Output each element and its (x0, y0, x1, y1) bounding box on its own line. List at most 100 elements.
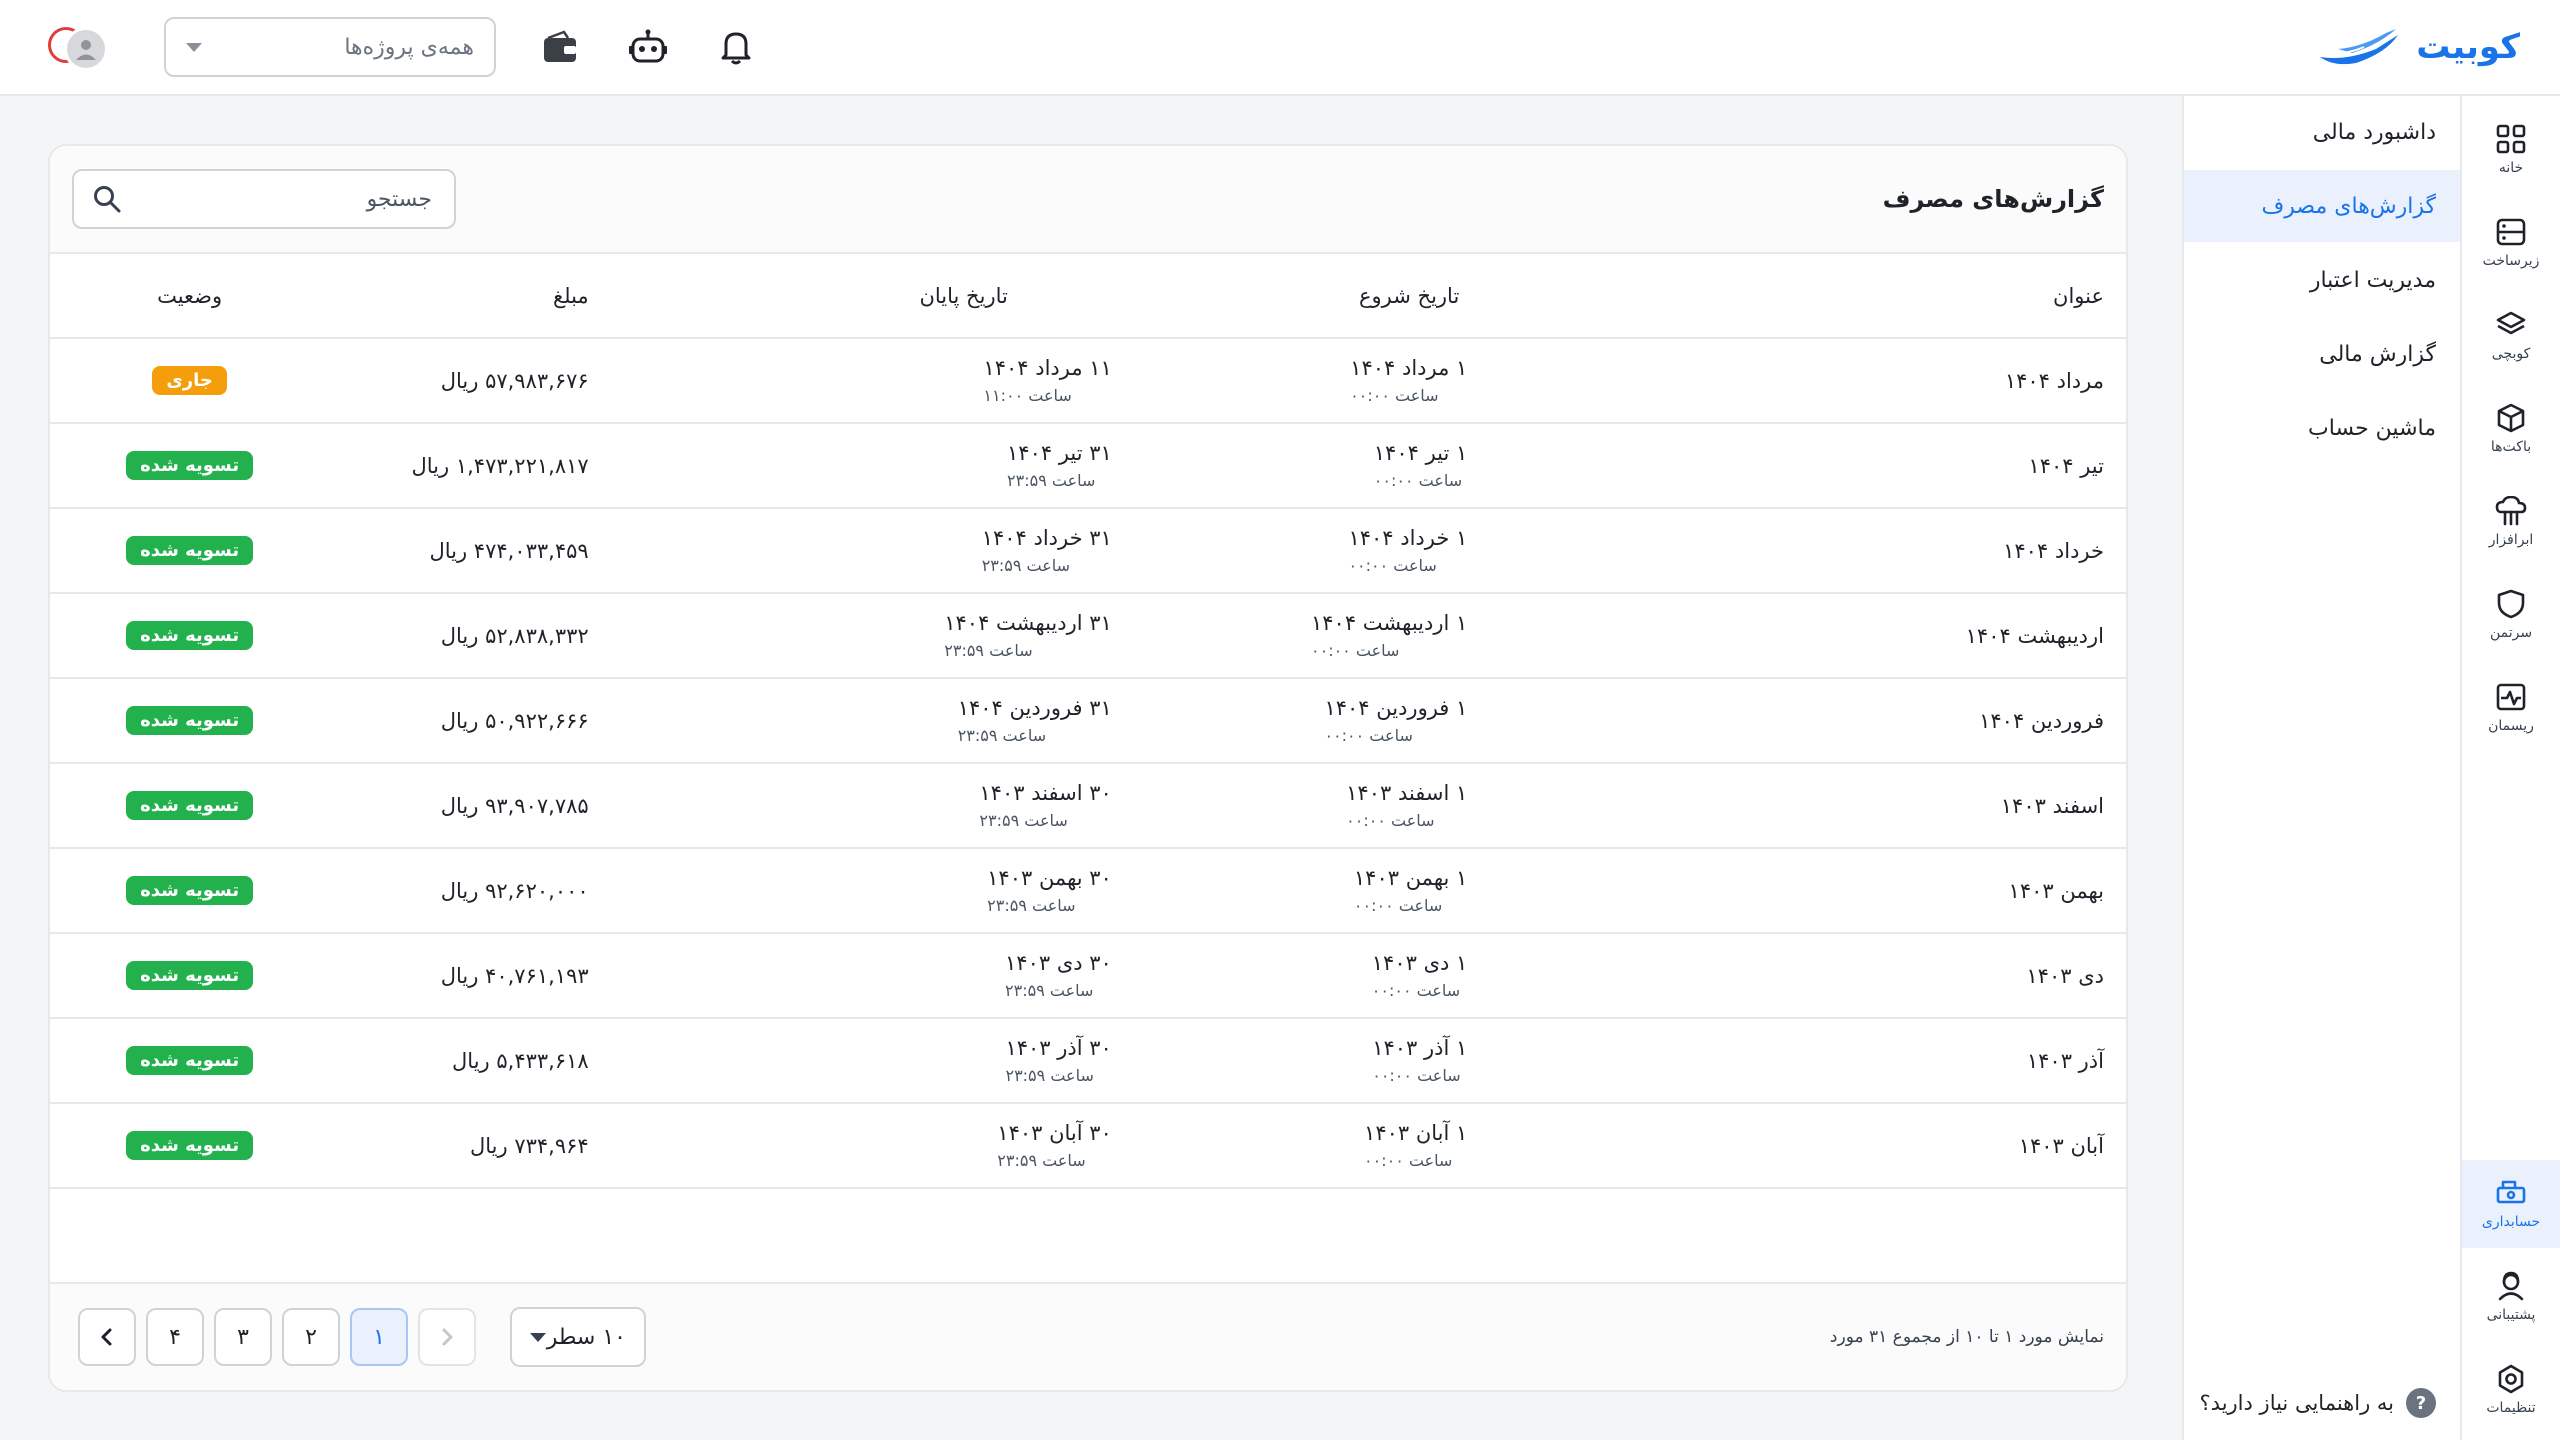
column-header-amount: مبلغ (329, 254, 749, 339)
cell-start-date: ۱ اردیبهشت ۱۴۰۴ ساعت ۰۰:۰۰ (1187, 593, 1708, 679)
subnav-item-financial-report[interactable]: گزارش مالی (2184, 318, 2460, 390)
search-input[interactable]: جستجو (72, 169, 456, 229)
cell-end-date: ۳۰ اسفند ۱۴۰۳ ساعت ۲۳:۵۹ (748, 763, 1188, 849)
start-date: ۱ دی ۱۴۰۳ (1371, 951, 1468, 975)
page-4-button[interactable]: ۴ (146, 1308, 204, 1366)
start-time: ساعت ۰۰:۰۰ (1324, 726, 1413, 745)
cell-end-date: ۳۱ تیر ۱۴۰۴ ساعت ۲۳:۵۹ (748, 423, 1188, 509)
rail-item-accounting[interactable]: حسابداری (2462, 1160, 2560, 1248)
table-row[interactable]: مرداد ۱۴۰۴ ۱ مرداد ۱۴۰۴ ساعت ۰۰:۰۰ ۱۱ مر… (50, 338, 2126, 424)
prev-page-button[interactable] (418, 1308, 476, 1366)
rows-per-page-select[interactable]: ۱۰ سطر (510, 1307, 646, 1367)
avatar[interactable] (64, 27, 108, 71)
end-date: ۳۱ خرداد ۱۴۰۴ (981, 526, 1112, 550)
cell-start-date: ۱ تیر ۱۴۰۴ ساعت ۰۰:۰۰ (1187, 423, 1708, 509)
usage-reports-table: عنوان تاریخ شروع تاریخ پایان مبلغ وضعیت … (50, 254, 2126, 1189)
rail-item-risman[interactable]: ریسمان (2462, 664, 2560, 752)
brand[interactable]: کوبیت (2316, 27, 2520, 67)
cell-amount: ۷۳۴,۹۶۴ ریال (329, 1103, 749, 1189)
user-avatar-group[interactable] (40, 25, 124, 71)
subnav-item-calculator[interactable]: ماشین حساب (2184, 392, 2460, 464)
start-date: ۱ آذر ۱۴۰۳ (1372, 1036, 1468, 1060)
table-row[interactable]: دی ۱۴۰۳ ۱ دی ۱۴۰۳ ساعت ۰۰:۰۰ ۳۰ دی ۱۴۰۳ … (50, 933, 2126, 1019)
settings-icon (2498, 1364, 2524, 1394)
rows-per-page-value: ۱۰ سطر (546, 1324, 626, 1350)
table-row[interactable]: اردیبهشت ۱۴۰۴ ۱ اردیبهشت ۱۴۰۴ ساعت ۰۰:۰۰… (50, 593, 2126, 679)
amount: ۴۷۴,۰۳۳,۴۵۹ ریال (429, 538, 589, 563)
end-date: ۳۱ اردیبهشت ۱۴۰۴ (944, 611, 1112, 635)
rail-item-support[interactable]: پشتیبانی (2462, 1253, 2560, 1341)
table-row[interactable]: فروردین ۱۴۰۴ ۱ فروردین ۱۴۰۴ ساعت ۰۰:۰۰ ۳… (50, 678, 2126, 764)
grid-icon (2496, 124, 2526, 154)
pulse-icon (2496, 683, 2526, 711)
cell-start-date: ۱ آبان ۱۴۰۳ ساعت ۰۰:۰۰ (1187, 1103, 1708, 1189)
rail-item-sertman[interactable]: سرتمن (2462, 571, 2560, 659)
notifications-button[interactable] (712, 23, 760, 71)
cell-amount: ۵۷,۹۸۳,۶۷۶ ریال (329, 338, 749, 424)
cell-status: تسویه شده (50, 1103, 330, 1189)
rail-item-infrastructure[interactable]: زیرساخت (2462, 199, 2560, 287)
rail-item-label: تنظیمات (2486, 1400, 2536, 1416)
table-row[interactable]: خرداد ۱۴۰۴ ۱ خرداد ۱۴۰۴ ساعت ۰۰:۰۰ ۳۱ خر… (50, 508, 2126, 594)
ai-assistant-button[interactable] (624, 23, 672, 71)
start-time: ساعت ۰۰:۰۰ (1348, 556, 1437, 575)
cell-status: تسویه شده (50, 678, 330, 764)
start-date: ۱ آبان ۱۴۰۳ (1364, 1121, 1468, 1145)
rail-item-settings[interactable]: تنظیمات (2462, 1346, 2560, 1434)
rail-item-buckets[interactable]: باکت‌ها (2462, 385, 2560, 473)
chevron-down-icon (530, 1332, 546, 1342)
row-title: مرداد ۱۴۰۴ (2004, 368, 2104, 393)
chevron-right-icon (442, 1328, 453, 1346)
rail-item-home[interactable]: خانه (2462, 106, 2560, 194)
project-select[interactable]: همه‌ی پروژه‌ها (164, 17, 496, 77)
top-bar: کوبیت همه‌ی پروژه‌ها (0, 0, 2560, 96)
row-title: دی ۱۴۰۳ (2026, 963, 2104, 988)
end-date: ۳۰ بهمن ۱۴۰۳ (987, 866, 1112, 890)
cell-status: تسویه شده (50, 423, 330, 509)
table-header-row: عنوان تاریخ شروع تاریخ پایان مبلغ وضعیت (50, 254, 2126, 339)
cell-title: تیر ۱۴۰۴ (1707, 423, 2126, 509)
subnav-item-credit-management[interactable]: مدیریت اعتبار (2184, 244, 2460, 316)
subnav-item-usage-reports[interactable]: گزارش‌های مصرف (2184, 170, 2460, 242)
cell-amount: ۱,۴۷۳,۲۲۱,۸۱۷ ریال (329, 423, 749, 509)
cell-end-date: ۳۱ خرداد ۱۴۰۴ ساعت ۲۳:۵۹ (748, 508, 1188, 594)
cell-amount: ۵,۴۳۳,۶۱۸ ریال (329, 1018, 749, 1104)
page-1-button[interactable]: ۱ (350, 1308, 408, 1366)
table-row[interactable]: بهمن ۱۴۰۳ ۱ بهمن ۱۴۰۳ ساعت ۰۰:۰۰ ۳۰ بهمن… (50, 848, 2126, 934)
search-icon (94, 186, 121, 213)
cell-title: بهمن ۱۴۰۳ (1707, 848, 2126, 934)
subnav-item-financial-dashboard[interactable]: داشبورد مالی (2184, 96, 2460, 168)
status-badge: جاری (152, 366, 227, 395)
page-2-button[interactable]: ۲ (282, 1308, 340, 1366)
end-time: ساعت ۲۳:۵۹ (987, 896, 1076, 915)
end-date: ۱۱ مرداد ۱۴۰۴ (983, 356, 1112, 380)
shield-icon (2497, 589, 2525, 619)
rail-item-kubchi[interactable]: کوبچی (2462, 292, 2560, 380)
amount: ۵۷,۹۸۳,۶۷۶ ریال (440, 368, 589, 393)
card-header: گزارش‌های مصرف جستجو (50, 146, 2126, 254)
table-row[interactable]: آذر ۱۴۰۳ ۱ آذر ۱۴۰۳ ساعت ۰۰:۰۰ ۳۰ آذر ۱۴… (50, 1018, 2126, 1104)
amount: ۵۲,۸۳۸,۳۳۲ ریال (440, 623, 589, 648)
start-date: ۱ اسفند ۱۴۰۳ (1346, 781, 1468, 805)
page-3-button[interactable]: ۳ (214, 1308, 272, 1366)
status-badge: تسویه شده (126, 621, 254, 650)
cell-status: تسویه شده (50, 1018, 330, 1104)
table-row[interactable]: آبان ۱۴۰۳ ۱ آبان ۱۴۰۳ ساعت ۰۰:۰۰ ۳۰ آبان… (50, 1103, 2126, 1189)
end-time: ساعت ۲۳:۵۹ (981, 556, 1071, 575)
cell-start-date: ۱ خرداد ۱۴۰۴ ساعت ۰۰:۰۰ (1187, 508, 1708, 594)
rail-item-cloud-app[interactable]: ابرافزار (2462, 478, 2560, 566)
table-row[interactable]: اسفند ۱۴۰۳ ۱ اسفند ۱۴۰۳ ساعت ۰۰:۰۰ ۳۰ اس… (50, 763, 2126, 849)
wallet-button[interactable] (536, 23, 584, 71)
row-title: اسفند ۱۴۰۳ (2000, 793, 2104, 818)
status-badge: تسویه شده (126, 1046, 254, 1075)
rail-item-label: باکت‌ها (2490, 439, 2532, 455)
help-link[interactable]: ? به راهنمایی نیاز دارید؟ (2200, 1388, 2436, 1418)
table-row[interactable]: تیر ۱۴۰۴ ۱ تیر ۱۴۰۴ ساعت ۰۰:۰۰ ۳۱ تیر ۱۴… (50, 423, 2126, 509)
row-title: اردیبهشت ۱۴۰۴ (1965, 623, 2104, 648)
start-time: ساعت ۰۰:۰۰ (1372, 1066, 1461, 1085)
end-time: ساعت ۲۳:۵۹ (997, 1151, 1086, 1170)
brand-name: کوبیت (2416, 27, 2520, 67)
cell-amount: ۵۲,۸۳۸,۳۳۲ ریال (329, 593, 749, 679)
pagination: ۴ ۳ ۲ ۱ ۱۰ سطر (78, 1307, 646, 1367)
next-page-button[interactable] (78, 1308, 136, 1366)
